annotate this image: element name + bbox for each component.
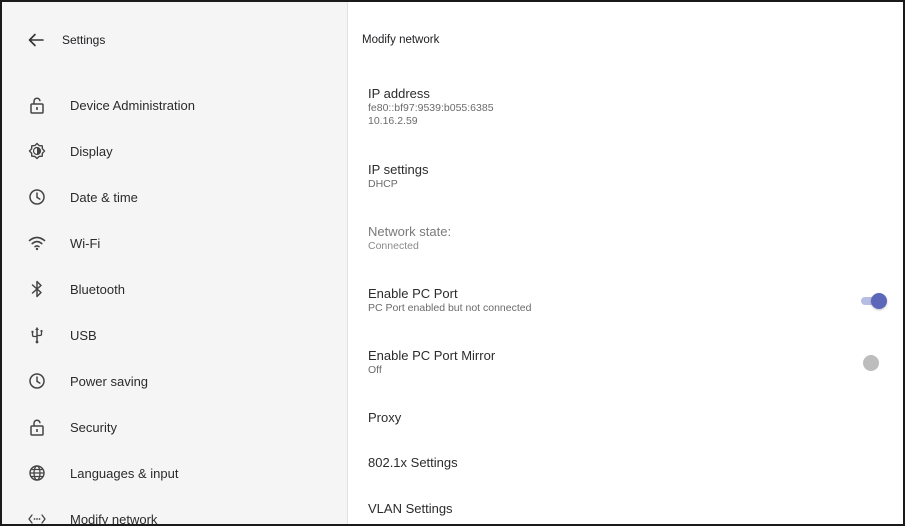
pref-title: IP settings bbox=[368, 162, 429, 177]
nav-item-label: Security bbox=[70, 419, 117, 435]
pref-title: Proxy bbox=[368, 410, 402, 425]
nav-item-security[interactable]: Security bbox=[2, 404, 347, 450]
lock-open-icon bbox=[28, 96, 46, 114]
modify-network-pane: Modify network IP address fe80::bf97:953… bbox=[348, 2, 903, 524]
pref-summary: Connected bbox=[368, 240, 419, 252]
nav-item-label: Display bbox=[70, 143, 113, 159]
brightness-icon bbox=[28, 142, 46, 160]
nav-item-label: USB bbox=[70, 327, 97, 343]
pref-summary: Off bbox=[368, 364, 382, 376]
pref-title: Enable PC Port Mirror bbox=[368, 348, 496, 363]
pref-title: VLAN Settings bbox=[368, 501, 453, 516]
nav-item-label: Bluetooth bbox=[70, 281, 125, 297]
pref-summary: DHCP bbox=[368, 178, 398, 190]
nav-item-label: Languages & input bbox=[70, 465, 179, 481]
pc-port-toggle[interactable] bbox=[859, 291, 887, 311]
pc-port-mirror-toggle[interactable] bbox=[859, 353, 887, 373]
pref-proxy[interactable]: Proxy bbox=[368, 410, 887, 426]
network-arrows-icon bbox=[28, 510, 46, 524]
lock-open-icon bbox=[28, 418, 46, 436]
pref-8021x-settings[interactable]: 802.1x Settings bbox=[368, 455, 887, 471]
nav-item-date-time[interactable]: Date & time bbox=[2, 174, 347, 220]
ipv6-address: fe80::bf97:9539:b055:6385 bbox=[368, 102, 494, 114]
pref-title: Network state: bbox=[368, 224, 452, 239]
pref-network-state: Network state: Connected bbox=[368, 224, 887, 253]
nav-item-label: Date & time bbox=[70, 189, 138, 205]
usb-icon bbox=[28, 326, 46, 344]
nav-item-device-administration[interactable]: Device Administration bbox=[2, 82, 347, 128]
pref-ip-address[interactable]: IP address fe80::bf97:9539:b055:6385 10.… bbox=[368, 86, 887, 128]
nav-item-label: Power saving bbox=[70, 373, 149, 389]
nav-item-wifi[interactable]: Wi-Fi bbox=[2, 220, 347, 266]
pref-enable-pc-port-mirror[interactable]: Enable PC Port Mirror Off bbox=[368, 348, 887, 377]
pref-enable-pc-port[interactable]: Enable PC Port PC Port enabled but not c… bbox=[368, 286, 887, 315]
nav-list: Device Administration Display Date & tim… bbox=[2, 82, 347, 526]
settings-nav-pane: Settings Device Administration Display D… bbox=[2, 2, 348, 524]
nav-item-power-saving[interactable]: Power saving bbox=[2, 358, 347, 404]
nav-item-display[interactable]: Display bbox=[2, 128, 347, 174]
pref-title: Enable PC Port bbox=[368, 286, 458, 301]
nav-item-modify-network[interactable]: Modify network bbox=[2, 496, 347, 526]
clock-icon bbox=[28, 188, 46, 206]
nav-item-bluetooth[interactable]: Bluetooth bbox=[2, 266, 347, 312]
pref-title: 802.1x Settings bbox=[368, 455, 458, 470]
nav-item-label: Device Administration bbox=[70, 97, 195, 113]
pref-summary: PC Port enabled but not connected bbox=[368, 302, 532, 314]
nav-item-label: Modify network bbox=[70, 511, 158, 526]
pref-title: IP address bbox=[368, 86, 430, 101]
pref-ip-settings[interactable]: IP settings DHCP bbox=[368, 162, 887, 191]
toggle-thumb bbox=[863, 355, 879, 371]
nav-item-usb[interactable]: USB bbox=[2, 312, 347, 358]
page-title: Modify network bbox=[362, 34, 440, 46]
settings-window: Settings Device Administration Display D… bbox=[0, 0, 905, 526]
nav-title: Settings bbox=[62, 33, 106, 47]
toggle-thumb bbox=[871, 293, 887, 309]
nav-item-languages-input[interactable]: Languages & input bbox=[2, 450, 347, 496]
nav-item-label: Wi-Fi bbox=[70, 235, 101, 251]
ipv4-address: 10.16.2.59 bbox=[368, 115, 418, 127]
bluetooth-icon bbox=[28, 280, 46, 298]
back-arrow-icon[interactable] bbox=[24, 28, 48, 52]
globe-icon bbox=[28, 464, 46, 482]
pref-vlan-settings[interactable]: VLAN Settings bbox=[368, 501, 887, 517]
clock-icon bbox=[28, 372, 46, 390]
nav-header: Settings bbox=[2, 2, 347, 82]
wifi-icon bbox=[28, 234, 46, 252]
